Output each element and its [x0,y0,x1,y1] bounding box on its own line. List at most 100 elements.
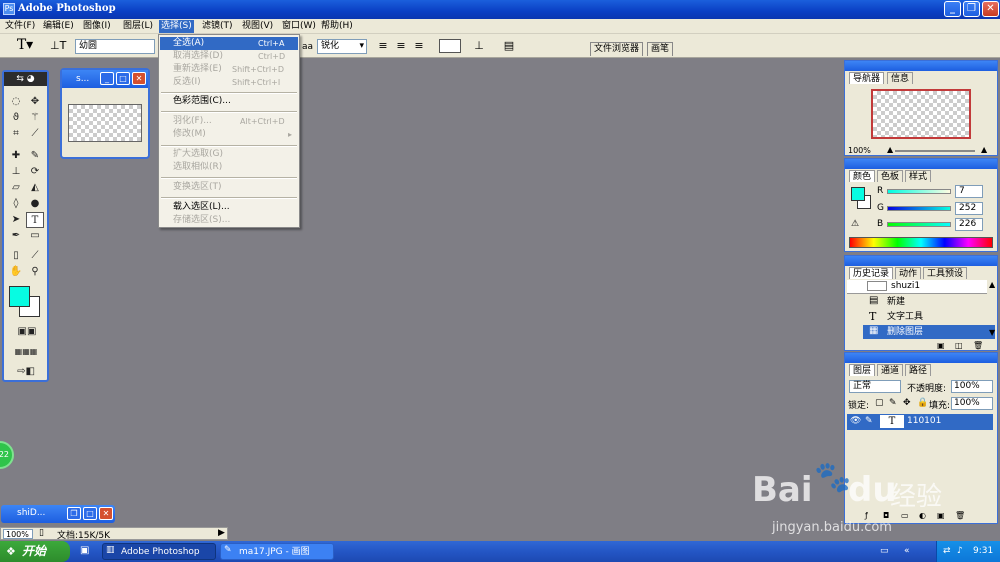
warp-text-icon[interactable]: ⊥ [472,38,486,53]
scroll-up-icon[interactable]: ▲ [989,280,995,289]
menu-view[interactable]: 视图(V) [240,20,275,33]
history-row-type-tool[interactable]: 文字工具 [863,310,995,324]
red-slider[interactable] [887,189,951,194]
clock[interactable]: 9:31 [973,541,993,562]
healing-brush-icon[interactable]: ✚ [7,148,25,164]
jump-to-imageready-icon[interactable]: ⇨◧ [10,364,42,380]
tab-paths[interactable]: 路径 [905,364,932,376]
new-snapshot-icon[interactable]: ◫ [955,341,963,350]
eraser-tool-icon[interactable]: ▱ [7,180,25,196]
menu-edit[interactable]: 编辑(E) [41,20,76,33]
doc-close-button[interactable]: ✕ [132,72,146,85]
tab-actions[interactable]: 动作 [895,267,922,279]
tab-styles[interactable]: 样式 [905,170,932,182]
menu-item-inverse[interactable]: 反选(I) Shift+Ctrl+I [160,76,298,89]
quick-launch-icon[interactable]: ▣ [80,545,89,556]
text-color-swatch[interactable] [439,39,461,53]
align-center-icon[interactable]: ≡ [394,38,408,53]
tab-tool-presets[interactable]: 工具预设 [923,267,968,279]
scroll-down-icon[interactable]: ▼ [989,328,995,337]
screen-mode-icon[interactable]: ▦▦▦ [8,344,44,360]
foreground-color-swatch[interactable] [9,286,30,307]
antialias-select[interactable]: 锐化 ▾ [317,39,367,54]
menu-window[interactable]: 窗口(W) [280,20,318,33]
navigator-panel-header[interactable] [845,61,997,71]
eyedropper-icon[interactable]: ⟋ [26,248,44,264]
lock-position-icon[interactable]: ✥ [903,398,911,408]
minwin-maximize-button[interactable]: □ [83,507,97,520]
layers-panel-header[interactable] [845,353,997,363]
navigator-zoom-slider[interactable] [895,150,975,152]
shape-tool-icon[interactable]: ▭ [26,228,44,244]
dodge-tool-icon[interactable]: ● [26,196,44,212]
menu-item-select-all[interactable]: 全选(A) Ctrl+A [160,37,298,50]
volume-icon[interactable]: ♪ [957,541,963,562]
zoom-tool-icon[interactable]: ⚲ [26,264,44,280]
blur-tool-icon[interactable]: ◊ [7,196,25,212]
toolbox-header-icon[interactable]: ⇆ ◕ [4,72,47,86]
document-canvas[interactable] [68,104,142,142]
tab-history[interactable]: 历史记录 [849,267,894,279]
menu-item-reselect[interactable]: 重新选择(E) Shift+Ctrl+D [160,63,298,76]
minimize-button[interactable]: _ [944,1,961,17]
blue-value[interactable]: 226 [955,218,983,231]
new-document-from-state-icon[interactable]: ▣ [937,341,945,350]
color-ramp[interactable] [849,237,993,248]
history-row-delete-layer[interactable]: 删除图层 [863,325,995,339]
tab-swatches[interactable]: 色板 [877,170,904,182]
type-tool-active-icon[interactable]: T [26,212,44,228]
clone-stamp-icon[interactable]: ⊥ [7,164,25,180]
menu-filter[interactable]: 滤镜(T) [200,20,235,33]
menu-item-save-selection[interactable]: 存储选区(S)... [160,214,298,227]
green-value[interactable]: 252 [955,202,983,215]
menu-image[interactable]: 图像(I) [81,20,113,33]
fill-field[interactable]: 100% [951,397,993,410]
pen-tool-icon[interactable]: ✒ [7,228,25,244]
menu-item-load-selection[interactable]: 载入选区(L)... [160,201,298,214]
tab-layers[interactable]: 图层 [849,364,876,376]
history-row-new[interactable]: 新建 [863,295,995,309]
menu-item-feather[interactable]: 羽化(F)... Alt+Ctrl+D [160,115,298,128]
floating-badge[interactable]: 22 [0,441,14,469]
type-tool-icon[interactable]: T▾ [14,38,36,53]
tab-color[interactable]: 颜色 [849,170,876,182]
menu-item-deselect[interactable]: 取消选择(D) Ctrl+D [160,50,298,63]
red-value[interactable]: 7 [955,185,983,198]
menu-help[interactable]: 帮助(H) [319,20,355,33]
tab-brushes[interactable]: 画笔 [647,42,674,56]
brush-tool-icon[interactable]: ✎ [26,148,44,164]
menu-file[interactable]: 文件(F) [3,20,37,33]
align-left-icon[interactable]: ≡ [376,38,390,53]
align-right-icon[interactable]: ≡ [412,38,426,53]
color-panel-header[interactable] [845,159,997,169]
lock-all-icon[interactable]: 🔒 [917,398,928,408]
paint-bucket-icon[interactable]: ◭ [26,180,44,196]
palettes-icon[interactable]: ▤ [502,38,516,53]
doc-maximize-button[interactable]: □ [116,72,130,85]
menu-layer[interactable]: 图层(L) [121,20,155,33]
tab-navigator[interactable]: 导航器 [849,72,885,84]
task-photoshop[interactable]: Adobe Photoshop [102,543,216,560]
lock-transparency-icon[interactable]: ▢ [875,398,884,408]
doc-minimize-button[interactable]: _ [100,72,114,85]
status-arrow-icon[interactable]: ▶ [218,528,225,538]
slice-tool-icon[interactable]: ⟋ [26,126,44,142]
layer-row[interactable]: 👁 ✎ T 110101 [847,414,993,430]
layer-name[interactable]: 110101 [907,416,941,426]
tab-info[interactable]: 信息 [887,72,914,84]
crop-tool-icon[interactable]: ⌗ [7,126,25,142]
zoom-field[interactable]: 100% [3,529,33,539]
quick-mask-icon[interactable]: ▣▣ [13,324,41,340]
minwin-close-button[interactable]: ✕ [99,507,113,520]
magic-wand-icon[interactable]: ⚚ [26,110,44,126]
font-family-select[interactable]: 幼圆 [75,39,155,54]
history-brush-icon[interactable]: ⟳ [26,164,44,180]
menu-item-similar[interactable]: 选取相似(R) [160,161,298,174]
history-trash-icon[interactable]: 🗑 [973,341,983,350]
task-paint[interactable]: ma17.JPG - 画图 [220,543,334,560]
marquee-tool-icon[interactable]: ◌ [7,94,25,110]
layers-trash-icon[interactable]: 🗑 [955,511,965,520]
history-panel-header[interactable] [845,256,997,266]
notes-tool-icon[interactable]: ▯ [7,248,25,264]
color-fg-swatch[interactable] [851,187,865,201]
